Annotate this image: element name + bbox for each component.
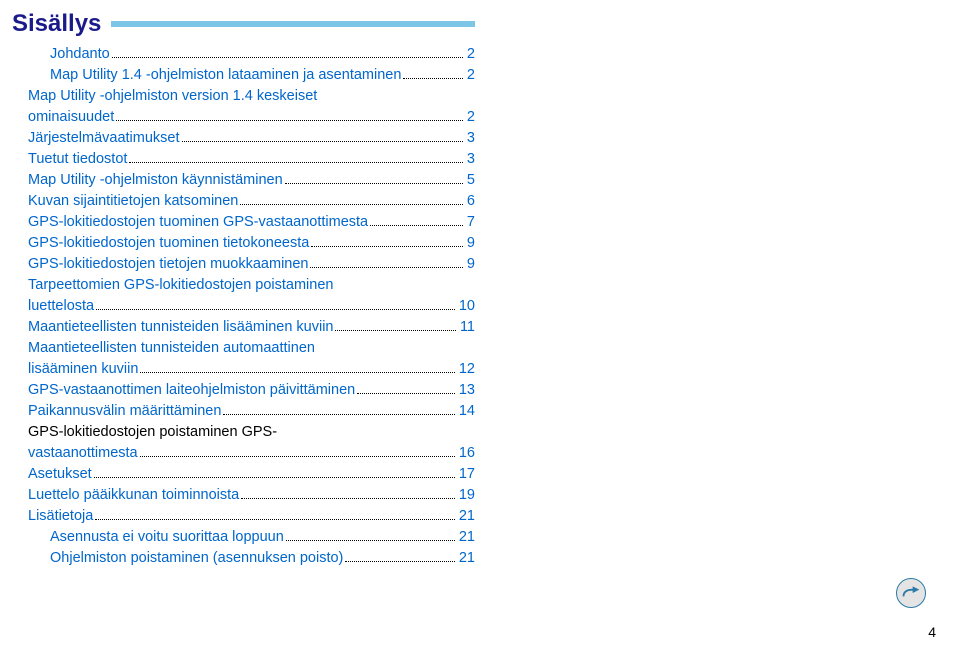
toc-label: Luettelo pääikkunan toiminnoista: [28, 485, 239, 506]
toc-label: Johdanto: [50, 44, 110, 65]
toc-leader-dots: [345, 561, 454, 562]
toc-label: Map Utility -ohjelmiston käynnistäminen: [28, 170, 283, 191]
toc-entry[interactable]: Asennusta ei voitu suorittaa loppuun 21: [28, 527, 475, 548]
toc-leader-dots: [370, 225, 463, 226]
toc-label: GPS-lokitiedostojen tietojen muokkaamine…: [28, 254, 308, 275]
toc-leader-dots: [140, 456, 455, 457]
toc-label: Ohjelmiston poistaminen (asennuksen pois…: [50, 548, 343, 569]
toc-label: Map Utility -ohjelmiston version 1.4 kes…: [28, 86, 317, 107]
toc-label: Lisätietoja: [28, 506, 93, 527]
toc-label: Asennusta ei voitu suorittaa loppuun: [50, 527, 284, 548]
toc-header: Sisällys: [12, 10, 475, 38]
toc-entry[interactable]: Map Utility 1.4 -ohjelmiston lataaminen …: [28, 65, 475, 86]
toc-page-number: 11: [458, 317, 475, 338]
toc-leader-dots: [403, 78, 463, 79]
toc-page-number: 9: [465, 233, 475, 254]
toc-label: Maantieteellisten tunnisteiden lisäämine…: [28, 317, 333, 338]
toc-entry[interactable]: Paikannusvälin määrittäminen 14: [28, 401, 475, 422]
toc-leader-dots: [112, 57, 463, 58]
toc-page-number: 17: [457, 464, 475, 485]
toc-leader-dots: [357, 393, 455, 394]
page-number: 4: [928, 624, 936, 640]
back-icon[interactable]: [896, 578, 926, 608]
toc-leader-dots: [311, 246, 463, 247]
toc-leader-dots: [96, 309, 455, 310]
toc-leader-dots: [285, 183, 463, 184]
toc-page-number: 9: [465, 254, 475, 275]
toc-entry[interactable]: Tarpeettomien GPS-lokitiedostojen poista…: [28, 275, 475, 317]
toc-leader-dots: [310, 267, 462, 268]
toc-leader-dots: [335, 330, 455, 331]
title-rule: [111, 21, 475, 27]
toc-label: GPS-lokitiedostojen poistaminen GPS-: [28, 422, 277, 443]
toc-label: luettelosta: [28, 296, 94, 317]
toc-page-number: 6: [465, 191, 475, 212]
toc-leader-dots: [94, 477, 455, 478]
toc-label: GPS-lokitiedostojen tuominen tietokonees…: [28, 233, 309, 254]
toc-leader-dots: [182, 141, 463, 142]
toc-page-number: 2: [465, 65, 475, 86]
toc-entry[interactable]: Asetukset 17: [28, 464, 475, 485]
toc-label: Järjestelmävaatimukset: [28, 128, 180, 149]
toc-label: Maantieteellisten tunnisteiden automaatt…: [28, 338, 315, 359]
toc-entry[interactable]: Johdanto 2: [28, 44, 475, 65]
toc-entry[interactable]: Luettelo pääikkunan toiminnoista 19: [28, 485, 475, 506]
toc-leader-dots: [116, 120, 463, 121]
toc-entry[interactable]: Järjestelmävaatimukset 3: [28, 128, 475, 149]
toc-label: GPS-lokitiedostojen tuominen GPS-vastaan…: [28, 212, 368, 233]
toc-entry[interactable]: GPS-vastaanottimen laiteohjelmiston päiv…: [28, 380, 475, 401]
toc-page-number: 21: [457, 506, 475, 527]
toc-leader-dots: [241, 498, 455, 499]
toc-page-number: 21: [457, 548, 475, 569]
toc-entry[interactable]: GPS-lokitiedostojen tuominen GPS-vastaan…: [28, 212, 475, 233]
toc-page-number: 21: [457, 527, 475, 548]
toc-entry[interactable]: Tuetut tiedostot 3: [28, 149, 475, 170]
toc-entry[interactable]: Maantieteellisten tunnisteiden lisäämine…: [28, 317, 475, 338]
toc-label: GPS-vastaanottimen laiteohjelmiston päiv…: [28, 380, 355, 401]
toc-page-number: 3: [465, 149, 475, 170]
toc-page-number: 13: [457, 380, 475, 401]
toc-label: Asetukset: [28, 464, 92, 485]
toc-entry[interactable]: Map Utility -ohjelmiston käynnistäminen 5: [28, 170, 475, 191]
toc-leader-dots: [95, 519, 455, 520]
toc-title: Sisällys: [12, 10, 101, 38]
toc-page-number: 5: [465, 170, 475, 191]
toc-page-number: 12: [457, 359, 475, 380]
toc-page-number: 14: [457, 401, 475, 422]
toc-entry[interactable]: GPS-lokitiedostojen tuominen tietokonees…: [28, 233, 475, 254]
toc-label: Tarpeettomien GPS-lokitiedostojen poista…: [28, 275, 333, 296]
toc-leader-dots: [129, 162, 463, 163]
toc-page-number: 2: [465, 107, 475, 128]
table-of-contents: Johdanto 2 Map Utility 1.4 -ohjelmiston la…: [12, 44, 475, 569]
toc-page-number: 19: [457, 485, 475, 506]
toc-entry[interactable]: Maantieteellisten tunnisteiden automaatt…: [28, 338, 475, 380]
toc-entry[interactable]: Ohjelmiston poistaminen (asennuksen pois…: [28, 548, 475, 569]
toc-page-number: 16: [457, 443, 475, 464]
toc-label: lisääminen kuviin: [28, 359, 138, 380]
toc-page-number: 7: [465, 212, 475, 233]
toc-label: Paikannusvälin määrittäminen: [28, 401, 221, 422]
toc-label: Map Utility 1.4 -ohjelmiston lataaminen …: [50, 65, 401, 86]
toc-entry[interactable]: Map Utility -ohjelmiston version 1.4 kes…: [28, 86, 475, 128]
toc-leader-dots: [223, 414, 454, 415]
toc-entry[interactable]: GPS-lokitiedostojen poistaminen GPS-vast…: [28, 422, 475, 464]
toc-entry[interactable]: GPS-lokitiedostojen tietojen muokkaamine…: [28, 254, 475, 275]
toc-entry[interactable]: Lisätietoja 21: [28, 506, 475, 527]
toc-leader-dots: [240, 204, 463, 205]
toc-leader-dots: [140, 372, 454, 373]
toc-label: vastaanottimesta: [28, 443, 138, 464]
toc-label: Tuetut tiedostot: [28, 149, 127, 170]
toc-label: Kuvan sijaintitietojen katsominen: [28, 191, 238, 212]
toc-entry[interactable]: Kuvan sijaintitietojen katsominen 6: [28, 191, 475, 212]
toc-leader-dots: [286, 540, 455, 541]
toc-page-number: 10: [457, 296, 475, 317]
toc-label: ominaisuudet: [28, 107, 114, 128]
toc-page-number: 2: [465, 44, 475, 65]
toc-page-number: 3: [465, 128, 475, 149]
